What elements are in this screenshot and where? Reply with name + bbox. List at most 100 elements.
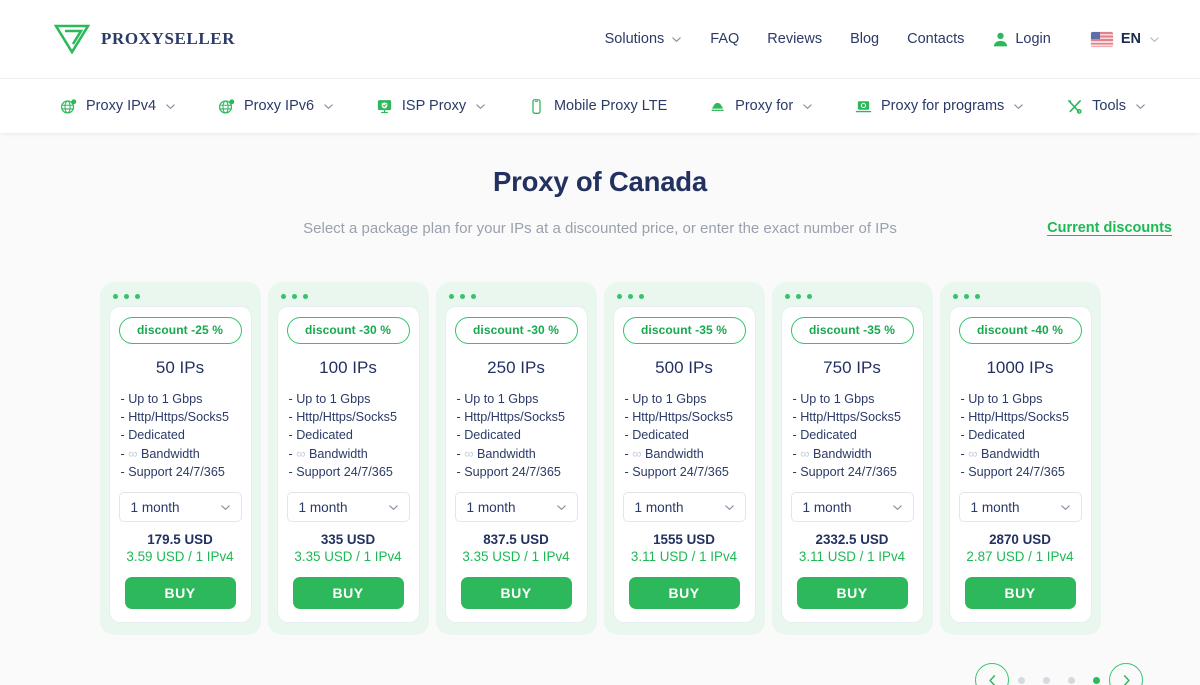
- total-price: 1555 USD: [653, 532, 715, 548]
- period-select[interactable]: 1 month: [790, 492, 914, 523]
- buy-button[interactable]: BUY: [796, 577, 908, 610]
- period-select[interactable]: 1 month: [958, 492, 1082, 523]
- subnav-item-proxy-ipv6[interactable]: Proxy IPv6: [204, 98, 348, 115]
- period-select[interactable]: 1 month: [286, 492, 410, 523]
- nav-label: Blog: [850, 31, 880, 47]
- period-select[interactable]: 1 month: [622, 492, 746, 523]
- period-select-value: 1 month: [130, 499, 180, 515]
- feature-list: - Up to 1 Gbps - Http/Https/Socks5 - Ded…: [287, 390, 410, 481]
- subnav-label: Proxy IPv6: [243, 98, 315, 114]
- ip-count-title: 500 IPs: [655, 358, 713, 377]
- chevron-down-icon: [323, 101, 334, 112]
- discount-badge: discount -25 %: [118, 317, 242, 344]
- infinity-icon: ∞: [464, 445, 474, 461]
- subnav-item-proxy-ipv4[interactable]: Proxy IPv4: [46, 98, 190, 115]
- feature-speed: - Up to 1 Gbps: [792, 392, 875, 406]
- buy-button[interactable]: BUY: [628, 577, 740, 610]
- feature-protocols: - Http/Https/Socks5: [624, 410, 733, 425]
- feature-speed: - Up to 1 Gbps: [960, 392, 1043, 406]
- subnav-item-proxy-for-programs[interactable]: Proxy for programs: [841, 98, 1038, 115]
- chevron-down-icon: [475, 101, 486, 112]
- feature-bandwidth-label: Bandwidth: [980, 446, 1040, 461]
- feature-support: - Support 24/7/365: [456, 464, 561, 479]
- pricing-card: discount -40 % 1000 IPs - Up to 1 Gbps -…: [939, 282, 1101, 636]
- infinity-icon: ∞: [800, 445, 810, 461]
- feature-dedicated: - Dedicated: [624, 428, 689, 443]
- total-price: 837.5 USD: [483, 532, 549, 548]
- subnav-item-mobile-proxy-lte[interactable]: Mobile Proxy LTE: [514, 98, 681, 115]
- feature-speed: - Up to 1 Gbps: [120, 392, 203, 406]
- feature-bandwidth-dash: -: [960, 446, 965, 461]
- discount-badge: discount -35 %: [622, 317, 746, 344]
- buy-button[interactable]: BUY: [292, 577, 404, 610]
- subnav-label: Proxy IPv4: [86, 98, 157, 114]
- language-selector[interactable]: EN: [1065, 31, 1160, 47]
- subnav-label: Tools: [1092, 98, 1127, 114]
- feature-dedicated: - Dedicated: [120, 428, 185, 443]
- feature-dedicated: - Dedicated: [456, 428, 521, 443]
- feature-list: - Up to 1 Gbps - Http/Https/Socks5 - Ded…: [959, 390, 1082, 481]
- carousel-prev-button[interactable]: [975, 663, 1009, 685]
- carousel-dots: [1009, 676, 1109, 684]
- nav-item-contacts[interactable]: Contacts: [893, 31, 978, 47]
- feature-bandwidth-dash: -: [624, 446, 629, 461]
- card-dots-decoration: [940, 294, 1101, 299]
- chevron-down-icon: [892, 502, 903, 513]
- card-dots-decoration: [100, 294, 261, 299]
- chevron-down-icon: [556, 502, 567, 513]
- buy-button[interactable]: BUY: [964, 577, 1076, 610]
- unit-price: 3.11 USD / 1 IPv4: [630, 549, 738, 565]
- infinity-icon: ∞: [968, 445, 978, 461]
- login-button[interactable]: Login: [978, 31, 1064, 48]
- period-select[interactable]: 1 month: [118, 492, 242, 523]
- period-select[interactable]: 1 month: [454, 492, 578, 523]
- nav-item-solutions[interactable]: Solutions: [591, 31, 697, 47]
- carousel-next-button[interactable]: [1109, 663, 1143, 685]
- ip-count-title: 1000 IPs: [986, 358, 1054, 377]
- feature-support: - Support 24/7/365: [960, 464, 1065, 479]
- total-price: 179.5 USD: [147, 532, 213, 548]
- feature-protocols: - Http/Https/Socks5: [120, 410, 229, 425]
- nav-label: Reviews: [767, 31, 823, 47]
- feature-protocols: - Http/Https/Socks5: [288, 410, 397, 425]
- pricing-cards: discount -25 % 50 IPs - Up to 1 Gbps - H…: [0, 282, 1200, 636]
- subnav-item-proxy-for[interactable]: Proxy for: [695, 98, 827, 115]
- subnav-item-tools[interactable]: Tools: [1052, 98, 1160, 115]
- buy-button[interactable]: BUY: [124, 577, 236, 610]
- chevron-down-icon: [724, 502, 735, 513]
- ip-count-title: 750 IPs: [823, 358, 881, 377]
- logo[interactable]: PROXYSELLER: [54, 24, 235, 54]
- pricing-card-body: discount -25 % 50 IPs - Up to 1 Gbps - H…: [108, 306, 252, 624]
- card-dots-decoration: [772, 294, 933, 299]
- feature-bandwidth-dash: -: [456, 446, 461, 461]
- pricing-card: discount -25 % 50 IPs - Up to 1 Gbps - H…: [99, 282, 261, 636]
- unit-price: 3.35 USD / 1 IPv4: [294, 549, 402, 565]
- period-select-value: 1 month: [634, 499, 684, 515]
- nav-item-blog[interactable]: Blog: [836, 31, 893, 47]
- buy-button[interactable]: BUY: [460, 577, 572, 610]
- nav-item-faq[interactable]: FAQ: [696, 31, 753, 47]
- feature-list: - Up to 1 Gbps - Http/Https/Socks5 - Ded…: [119, 390, 242, 481]
- discount-badge: discount -35 %: [790, 317, 914, 344]
- carousel-dot[interactable]: [1068, 676, 1075, 684]
- pricing-card-body: discount -35 % 500 IPs - Up to 1 Gbps - …: [612, 306, 756, 624]
- nav-item-reviews[interactable]: Reviews: [753, 31, 836, 47]
- feature-support: - Support 24/7/365: [624, 464, 729, 479]
- feature-bandwidth-label: Bandwidth: [140, 446, 200, 461]
- subnav-item-isp-proxy[interactable]: ISP Proxy: [362, 98, 500, 115]
- card-dots-decoration: [604, 294, 765, 299]
- feature-list: - Up to 1 Gbps - Http/Https/Socks5 - Ded…: [455, 390, 578, 481]
- globe-icon: [218, 98, 235, 115]
- carousel-dot[interactable]: [1043, 676, 1050, 684]
- current-discounts-link[interactable]: Current discounts: [1047, 220, 1172, 236]
- page-subtitle: Select a package plan for your IPs at a …: [303, 220, 897, 237]
- pricing-card: discount -35 % 750 IPs - Up to 1 Gbps - …: [771, 282, 933, 636]
- card-dots-decoration: [436, 294, 597, 299]
- carousel-dot[interactable]: [1093, 676, 1100, 684]
- chevron-down-icon: [1060, 502, 1071, 513]
- feature-speed: - Up to 1 Gbps: [624, 392, 707, 406]
- carousel-dot[interactable]: [1018, 676, 1025, 684]
- feature-bandwidth-label: Bandwidth: [476, 446, 536, 461]
- discount-badge: discount -40 %: [958, 317, 1082, 344]
- feature-bandwidth: - ∞ Bandwidth: [625, 445, 746, 463]
